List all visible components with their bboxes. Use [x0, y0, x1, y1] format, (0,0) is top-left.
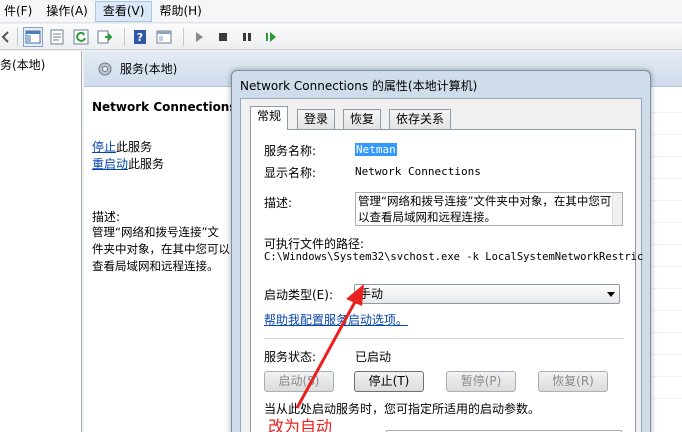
- divider: [264, 338, 624, 339]
- restart-service-suffix: 此服务: [128, 157, 165, 171]
- pause-button[interactable]: 暂停(P): [446, 371, 516, 392]
- help-icon[interactable]: ?: [130, 27, 150, 47]
- exe-path-label: 可执行文件的路径:: [264, 237, 365, 251]
- stop-service-suffix: 此服务: [116, 140, 153, 154]
- service-name-selection: Netman: [355, 143, 397, 156]
- stop-button[interactable]: 停止(T): [354, 371, 424, 392]
- start-service-icon[interactable]: [189, 27, 209, 47]
- description-textbox[interactable]: 管理“网络和拨号连接”文件夹中对象，在其中您可以查看局域网和远程连接。: [355, 192, 623, 226]
- gear-icon: [98, 62, 112, 75]
- menu-bar: 件(F) 操作(A) 查看(V) 帮助(H): [0, 0, 682, 23]
- start-button[interactable]: 启动(S): [264, 371, 334, 392]
- menu-help[interactable]: 帮助(H): [152, 1, 208, 22]
- pane-title: 服务(本地): [120, 62, 178, 76]
- pause-service-icon[interactable]: [237, 27, 257, 47]
- service-status-label: 服务状态:: [264, 350, 317, 364]
- export-list-icon[interactable]: [95, 27, 115, 47]
- chevron-down-icon: [607, 292, 615, 297]
- service-title: Network Connections: [92, 100, 237, 114]
- annotation-text: 改为自动: [268, 417, 333, 432]
- toolbar: ?: [0, 24, 682, 50]
- display-name-label: 显示名称:: [264, 166, 317, 180]
- show-tree-icon[interactable]: [23, 26, 43, 47]
- stop-service-icon[interactable]: [213, 27, 233, 47]
- service-name-value: Netman: [355, 143, 397, 156]
- help-configure-link[interactable]: 帮助我配置服务启动选项。: [264, 311, 408, 328]
- general-tab-panel: 服务名称: Netman 显示名称: Network Connections 描…: [250, 129, 643, 432]
- back-arrow-icon[interactable]: [0, 27, 10, 47]
- toolbar-separator: [183, 27, 184, 46]
- dialog-body: 常规 登录 恢复 依存关系 服务名称: Netman 显示名称: Network…: [240, 98, 643, 432]
- service-status-value: 已启动: [355, 350, 392, 364]
- restart-service-line: 重启动此服务: [92, 155, 164, 172]
- menu-view[interactable]: 查看(V): [94, 0, 153, 22]
- startup-type-dropdown[interactable]: 手动: [354, 284, 620, 304]
- dialog-title: Network Connections 的属性(本地计算机): [240, 79, 478, 93]
- exe-path-value: C:\Windows\System32\svchost.exe -k Local…: [264, 251, 644, 263]
- description-label: 描述:: [264, 196, 293, 210]
- service-name-label: 服务名称:: [264, 144, 317, 158]
- stop-service-line: 停止此服务: [92, 138, 152, 155]
- description-value: 管理“网络和拨号连接”文件夹中对象，在其中您可以查看局域网和远程连接。: [358, 194, 612, 224]
- description-label: 描述:: [92, 210, 121, 224]
- startup-type-label: 启动类型(E):: [264, 288, 333, 302]
- tab-general[interactable]: 常规: [250, 106, 289, 130]
- console-tree: 务(本地): [0, 51, 82, 432]
- startup-type-value: 手动: [359, 287, 384, 301]
- description-scrollbar[interactable]: [612, 193, 622, 225]
- toolbar-separator: [124, 27, 125, 46]
- menu-file[interactable]: 件(F): [0, 1, 39, 22]
- resume-button[interactable]: 恢复(R): [538, 371, 608, 392]
- menu-action[interactable]: 操作(A): [39, 1, 95, 22]
- description-text: 管理“网络和拨号连接”文件夹中对象，在其中您可以查看局域网和远程连接。: [92, 225, 230, 273]
- display-name-value: Network Connections: [355, 165, 481, 178]
- service-detail-panel: Network Connections 停止此服务 重启动此服务 描述: 管理“…: [84, 88, 237, 432]
- restart-service-icon[interactable]: [261, 27, 281, 47]
- tab-logon[interactable]: 登录: [297, 109, 336, 129]
- tab-dependencies[interactable]: 依存关系: [389, 109, 452, 129]
- refresh-icon[interactable]: [71, 27, 91, 47]
- properties-sheet-icon[interactable]: [47, 27, 67, 47]
- properties-dialog: Network Connections 的属性(本地计算机) 常规 登录 恢复 …: [231, 70, 651, 432]
- console-icon[interactable]: [154, 27, 174, 47]
- restart-service-link[interactable]: 重启动: [92, 157, 128, 171]
- toolbar-separator: [17, 27, 18, 46]
- tree-node-services-local[interactable]: 务(本地): [0, 56, 45, 73]
- svg-text:?: ?: [137, 31, 143, 44]
- tab-recovery[interactable]: 恢复: [343, 109, 382, 129]
- stop-service-link[interactable]: 停止: [92, 140, 116, 154]
